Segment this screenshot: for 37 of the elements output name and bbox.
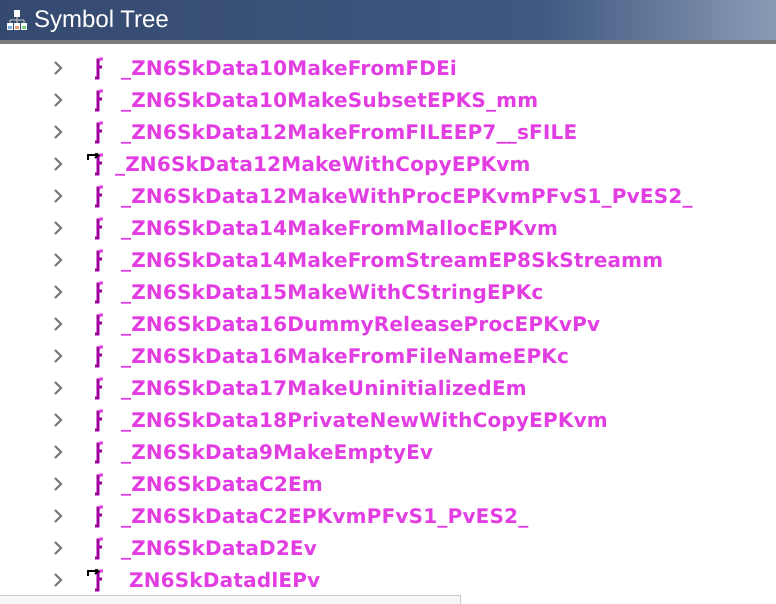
expand-chevron-icon[interactable] (53, 540, 63, 556)
symbol-name[interactable]: _ZN6SkData12MakeFromFILEEP7__sFILE (121, 120, 578, 144)
expand-chevron-icon[interactable] (53, 508, 63, 524)
expand-chevron-icon[interactable] (53, 572, 63, 588)
symbol-name[interactable]: _ZN6SkData16DummyReleaseProcEPKvPv (121, 312, 600, 336)
expand-chevron-icon[interactable] (53, 284, 63, 300)
symbol-name[interactable]: _ZN6SkData14MakeFromStreamEP8SkStreamm (121, 248, 664, 272)
expand-chevron-icon[interactable] (53, 220, 63, 236)
symbol-name[interactable]: _ZN6SkDataC2EPKvmPFvS1_PvES2_ (121, 504, 528, 528)
expand-chevron-icon[interactable] (53, 380, 63, 396)
expand-chevron-icon[interactable] (53, 92, 63, 108)
symbol-name[interactable]: _ZN6SkData9MakeEmptyEv (121, 440, 434, 464)
symbol-name[interactable]: ZN6SkDatadlEPv (129, 568, 320, 592)
symbol-name[interactable]: _ZN6SkData12MakeWithCopyEPKvm (115, 152, 531, 176)
symbol-name[interactable]: _ZN6SkDataC2Em (121, 472, 323, 496)
expand-chevron-icon[interactable] (53, 476, 63, 492)
horizontal-scrollbar[interactable] (0, 595, 461, 604)
expand-chevron-icon[interactable] (53, 124, 63, 140)
expand-chevron-icon[interactable] (53, 60, 63, 76)
symbol-name[interactable]: _ZN6SkData10MakeFromFDEi (121, 56, 457, 80)
expand-chevron-icon[interactable] (53, 156, 63, 172)
symbol-name[interactable]: _ZN6SkData16MakeFromFileNameEPKc (121, 344, 570, 368)
tree-icon (6, 9, 28, 31)
symbol-name[interactable]: _ZN6SkData10MakeSubsetEPKS_mm (121, 88, 538, 112)
expand-chevron-icon[interactable] (53, 188, 63, 204)
expand-chevron-icon[interactable] (53, 252, 63, 268)
symbol-name[interactable]: _ZN6SkData14MakeFromMallocEPKvm (121, 216, 558, 240)
symbol-name[interactable]: _ZN6SkData17MakeUninitializedEm (121, 376, 527, 400)
symbol-name[interactable]: _ZN6SkDataD2Ev (121, 536, 318, 560)
symbol-name[interactable]: _ZN6SkData18PrivateNewWithCopyEPKvm (121, 408, 608, 432)
panel-title: Symbol Tree (34, 6, 169, 34)
expand-chevron-icon[interactable] (53, 444, 63, 460)
symbol-name[interactable]: _ZN6SkData12MakeWithProcEPKvmPFvS1_PvES2_ (121, 184, 693, 208)
expand-chevron-icon[interactable] (53, 412, 63, 428)
symbol-name[interactable]: _ZN6SkData15MakeWithCStringEPKc (121, 280, 544, 304)
expand-chevron-icon[interactable] (53, 348, 63, 364)
expand-chevron-icon[interactable] (53, 316, 63, 332)
